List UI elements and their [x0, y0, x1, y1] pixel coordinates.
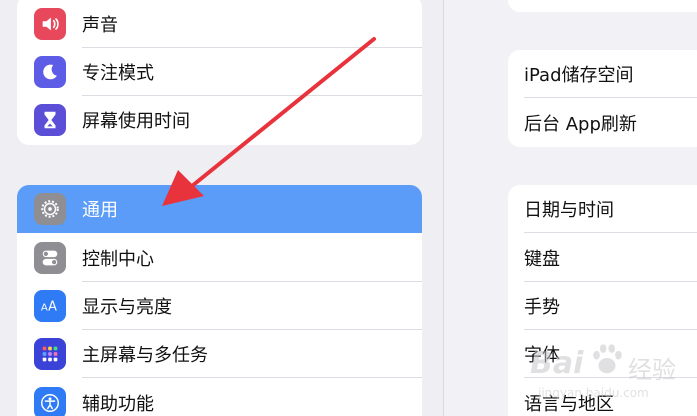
baidu-jingyan-watermark: Bai 经验 jingyan.baidu.com	[528, 338, 678, 410]
sidebar-group-general: 通用 控制中心 AA 显示与亮度 主屏幕与多任务 辅助功能	[17, 185, 422, 416]
text-size-icon: AA	[34, 290, 66, 322]
app-grid-icon	[34, 338, 66, 370]
detail-group-storage: iPad储存空间 后台 App刷新	[508, 50, 697, 147]
hourglass-icon	[34, 104, 66, 136]
detail-group-top	[508, 0, 697, 12]
settings-sidebar: 声音 专注模式 屏幕使用时间 通用 控制中心 A A 显示与亮度 主屏幕与多任务…	[0, 0, 443, 416]
sidebar-item-display[interactable]: AA 显示与亮度	[17, 282, 422, 330]
accessibility-icon	[34, 387, 66, 416]
detail-item-ipad-storage[interactable]: iPad储存空间	[508, 50, 697, 98]
toggles-icon	[34, 242, 66, 274]
watermark-url: jingyan.baidu.com	[538, 386, 649, 400]
detail-item-background-refresh[interactable]: 后台 App刷新	[508, 99, 697, 147]
sidebar-item-sound[interactable]: 声音	[17, 0, 422, 48]
sidebar-item-label: 屏幕使用时间	[82, 111, 190, 132]
svg-text:A: A	[41, 303, 48, 314]
sidebar-item-general[interactable]: 通用	[17, 185, 422, 233]
detail-item-label: 后台 App刷新	[524, 114, 637, 135]
sidebar-item-label: 辅助功能	[82, 394, 154, 415]
sidebar-item-home-screen[interactable]: 主屏幕与多任务	[17, 330, 422, 378]
sidebar-item-label: 显示与亮度	[82, 297, 172, 318]
row-separator	[82, 377, 422, 378]
sidebar-item-label: 声音	[82, 15, 118, 36]
sidebar-group-sound: 声音 专注模式 屏幕使用时间	[17, 0, 422, 145]
sidebar-item-accessibility[interactable]: 辅助功能	[17, 379, 422, 416]
sidebar-item-label: 通用	[82, 200, 118, 221]
detail-item-keyboard[interactable]: 键盘	[508, 234, 697, 282]
speaker-icon	[34, 8, 66, 40]
watermark-brand-suffix: 经验	[628, 356, 676, 384]
sidebar-item-focus[interactable]: 专注模式	[17, 48, 422, 96]
detail-item-label: iPad储存空间	[524, 65, 634, 86]
sidebar-item-label: 控制中心	[82, 249, 154, 270]
paw-icon	[593, 344, 622, 374]
sidebar-item-label: 专注模式	[82, 63, 154, 84]
moon-icon	[34, 56, 66, 88]
detail-item-date-time[interactable]: 日期与时间	[508, 185, 697, 233]
detail-item-gestures[interactable]: 手势	[508, 282, 697, 330]
row-separator	[524, 97, 697, 98]
watermark-brand: Bai	[530, 346, 584, 381]
gear-icon	[34, 193, 66, 225]
svg-text:A: A	[48, 300, 57, 315]
row-separator	[524, 232, 697, 233]
detail-item-label: 键盘	[524, 249, 560, 270]
sidebar-item-control-center[interactable]: 控制中心	[17, 234, 422, 282]
sidebar-item-screen-time[interactable]: 屏幕使用时间	[17, 96, 422, 144]
detail-item-label: 手势	[524, 297, 560, 318]
sidebar-item-label: 主屏幕与多任务	[82, 345, 208, 366]
detail-item-label: 日期与时间	[524, 200, 614, 221]
